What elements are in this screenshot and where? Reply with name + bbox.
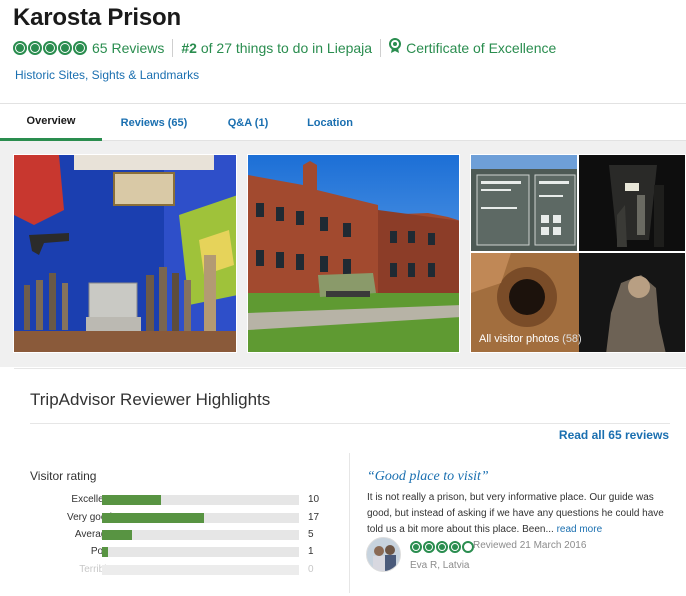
divider [349,453,350,593]
filled-bubble-icon [410,541,422,553]
rating-bar-fill [102,547,108,557]
rating-row-average[interactable]: Average 5 [30,529,330,541]
certificate-of-excellence[interactable]: Certificate of Excellence [406,40,556,56]
rating-bar-track [102,513,299,523]
reviewer-info: Reviewed 21 March 2016 Eva R, Latvia [366,537,676,577]
highlights-title: TripAdvisor Reviewer Highlights [30,390,271,409]
gallery-photo-corridor[interactable] [578,154,686,252]
rating-count: 0 [308,564,314,575]
review-bubble-rating [410,541,474,553]
certificate-badge-icon [389,38,402,57]
filled-bubble-icon [58,40,72,55]
rating-row-poor[interactable]: Poor 1 [30,546,330,558]
all-photos-count: (58) [562,333,582,345]
read-more-link[interactable]: read more [557,524,603,535]
bubble-rating[interactable] [13,40,87,55]
rating-count: 17 [308,512,320,523]
rank-number: #2 [181,39,197,56]
gallery-photo-museum[interactable] [13,154,237,353]
visitor-rating-title: Visitor rating [30,469,97,483]
review-title-link[interactable]: “Good place to visit” [367,469,489,485]
rating-bar-track [102,565,299,575]
review-text: It is not really a prison, but very info… [367,492,664,535]
read-all-reviews-link[interactable]: Read all 65 reviews [559,428,669,442]
rating-bar-track [102,547,299,557]
filled-bubble-icon [28,40,42,55]
tab-bar: Overview Reviews (65) Q&A (1) Location [0,103,686,141]
divider [30,423,670,424]
rating-count: 5 [308,529,314,540]
all-photos-label: All visitor photos [479,333,560,345]
rating-bar-fill [102,495,162,505]
filled-bubble-icon [13,40,27,55]
gallery-photo-sign[interactable] [470,154,578,252]
rating-bar-fill [102,530,132,540]
all-visitor-photos-link[interactable]: All visitor photos (58) [479,333,582,345]
rating-bar-fill [102,513,205,523]
divider [380,38,382,57]
rating-meta-row: 65 Reviews #2 of 27 things to do in Liep… [13,38,556,57]
review-snippet: It is not really a prison, but very info… [367,490,669,538]
rating-bar-track [102,530,299,540]
divider [172,38,174,57]
reviews-count-link[interactable]: 65 Reviews [92,40,164,56]
rating-row-excellent[interactable]: Excellent 10 [30,494,330,506]
reviewer-name[interactable]: Eva R, Latvia [410,560,469,571]
photo-gallery: All visitor photos (58) [0,141,686,367]
review-date: Reviewed 21 March 2016 [473,540,587,551]
filled-bubble-icon [43,40,57,55]
filled-bubble-icon [423,541,435,553]
rating-count: 1 [308,546,314,557]
gallery-photo-all-visitor[interactable]: All visitor photos (58) [470,252,686,353]
category-link[interactable]: Historic Sites, Sights & Landmarks [15,68,199,82]
gallery-photo-building[interactable] [247,154,460,353]
filled-bubble-icon [436,541,448,553]
rating-row-terrible[interactable]: Terrible 0 [30,564,330,576]
tab-reviews[interactable]: Reviews (65) [102,104,206,141]
ranking-link[interactable]: #2 of 27 things to do in Liepaja [181,40,372,56]
rating-row-very-good[interactable]: Very good 17 [30,512,330,524]
avatar[interactable] [366,537,401,572]
tab-location[interactable]: Location [290,104,370,141]
reviewer-highlights-panel: TripAdvisor Reviewer Highlights Read all… [14,368,686,596]
filled-bubble-icon [449,541,461,553]
rating-bar-track [102,495,299,505]
rating-count: 10 [308,494,320,505]
tab-overview[interactable]: Overview [0,104,102,141]
page-title: Karosta Prison [13,4,181,31]
tab-qa[interactable]: Q&A (1) [206,104,290,141]
filled-bubble-icon [73,40,87,55]
rank-text: of 27 things to do in Liepaja [196,39,373,56]
